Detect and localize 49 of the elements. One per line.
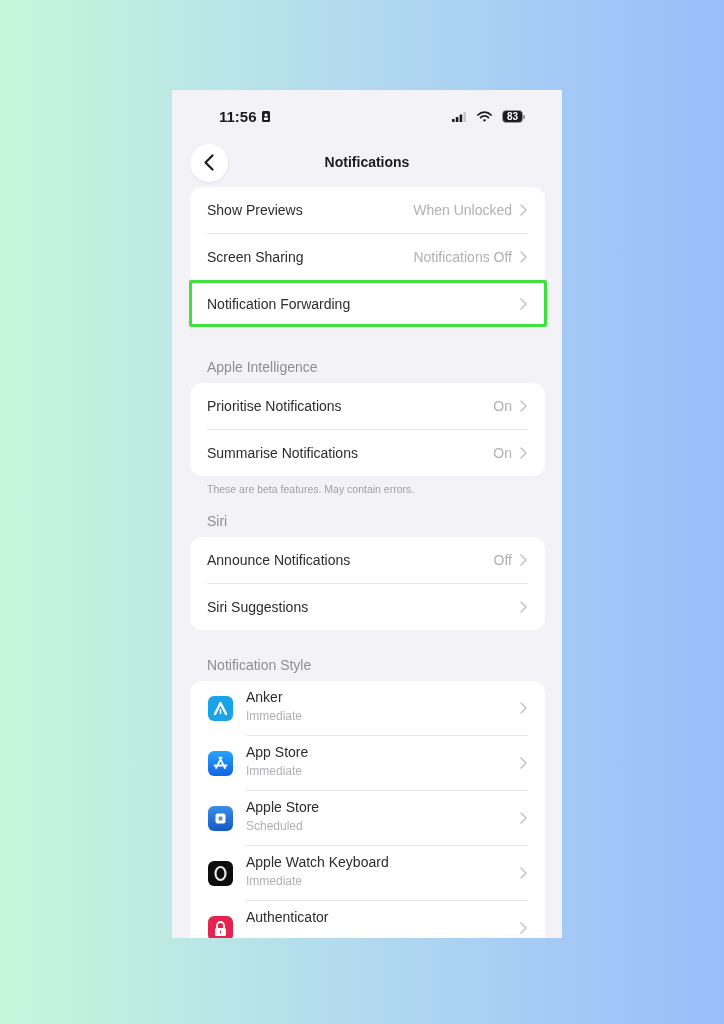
setting-label[interactable]: Notification Forwarding xyxy=(207,295,351,313)
a-glyph-app-icon xyxy=(208,750,233,776)
setting-label[interactable]: Announce Notifications xyxy=(207,551,351,569)
id-badge-icon xyxy=(261,111,270,122)
app-subtitle: Immediate xyxy=(246,874,303,889)
chevron-right-icon xyxy=(520,204,527,216)
back-button[interactable] xyxy=(190,143,228,182)
chevron-left-icon xyxy=(204,154,214,171)
chevron-right-icon xyxy=(520,400,527,412)
ring-app-icon xyxy=(208,860,233,886)
chevron-right-icon xyxy=(520,601,527,613)
section-header: Apple Intelligence xyxy=(207,359,318,376)
nav-title: Notifications xyxy=(324,154,410,171)
app-subtitle: Immediate xyxy=(246,709,303,724)
chevron-right-icon xyxy=(520,922,527,934)
peak-app-icon xyxy=(208,695,233,721)
app-name[interactable]: Apple Store xyxy=(246,799,320,816)
app-subtitle: Immediate xyxy=(246,764,303,779)
chevron-right-icon xyxy=(520,702,527,714)
app-subtitle: Scheduled xyxy=(246,819,303,834)
setting-label[interactable]: Prioritise Notifications xyxy=(207,397,342,415)
setting-label[interactable]: Siri Suggestions xyxy=(207,598,309,616)
app-name[interactable]: Anker xyxy=(246,689,283,706)
setting-value: When Unlocked xyxy=(413,201,512,219)
setting-value: Off xyxy=(493,551,512,569)
setting-value: Notifications Off xyxy=(413,248,512,266)
section-header: Siri xyxy=(207,513,228,530)
chevron-right-icon xyxy=(520,447,527,459)
section-footer: These are beta features. May contain errors. xyxy=(207,483,415,496)
app-name[interactable]: Apple Watch Keyboard xyxy=(246,854,389,871)
chevron-right-icon xyxy=(520,251,527,263)
signal-icon xyxy=(451,111,466,122)
app-name[interactable]: App Store xyxy=(246,744,309,761)
setting-label[interactable]: Show Previews xyxy=(207,201,303,219)
chevron-right-icon xyxy=(520,812,527,824)
chevron-right-icon xyxy=(520,554,527,566)
setting-value: On xyxy=(493,444,512,462)
setting-label[interactable]: Summarise Notifications xyxy=(207,444,358,462)
chevron-right-icon xyxy=(520,757,527,769)
setting-value: On xyxy=(493,397,512,415)
section-header: Notification Style xyxy=(207,657,312,674)
square-app-icon xyxy=(208,805,233,831)
setting-label[interactable]: Screen Sharing xyxy=(207,248,304,266)
battery-indicator: 83 xyxy=(501,110,525,123)
chevron-right-icon xyxy=(520,298,527,310)
app-name[interactable]: Authenticator xyxy=(246,909,329,926)
status-time: 11:56 xyxy=(219,107,257,126)
wifi-icon xyxy=(476,111,492,122)
chevron-right-icon xyxy=(520,867,527,879)
